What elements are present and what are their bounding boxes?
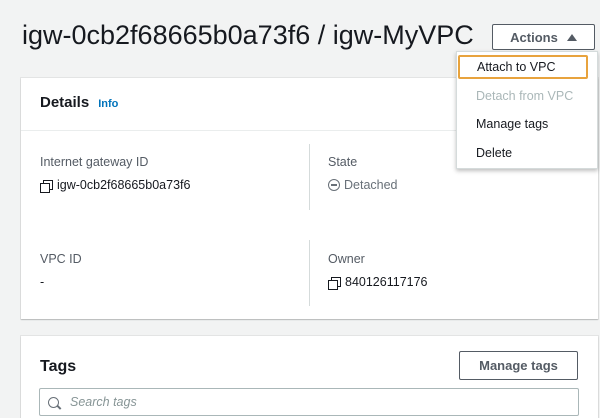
info-link[interactable]: Info xyxy=(98,98,118,110)
copy-icon[interactable] xyxy=(40,179,53,193)
owner-label: Owner xyxy=(328,252,365,266)
tags-panel: Tags Manage tags xyxy=(21,336,598,418)
column-divider xyxy=(309,240,310,306)
column-divider xyxy=(309,144,310,210)
search-tags-input[interactable] xyxy=(70,395,550,409)
vpc-id-label: VPC ID xyxy=(40,252,82,266)
vpc-id-value: - xyxy=(40,275,45,289)
menu-item-attach-to-vpc[interactable]: Attach to VPC xyxy=(458,55,588,79)
caret-up-icon xyxy=(566,33,577,41)
state-text: Detached xyxy=(344,178,398,192)
state-label: State xyxy=(328,155,358,169)
internet-gateway-id-text: igw-0cb2f68665b0a73f6 xyxy=(57,178,191,192)
actions-dropdown-menu: Attach to VPC Detach from VPC Manage tag… xyxy=(456,51,598,169)
internet-gateway-id-label: Internet gateway ID xyxy=(40,155,149,169)
state-value: Detached xyxy=(328,178,398,192)
internet-gateway-id-value: igw-0cb2f68665b0a73f6 xyxy=(40,178,191,193)
menu-item-delete[interactable]: Delete xyxy=(457,141,597,165)
detached-icon xyxy=(328,179,340,191)
page-title: igw-0cb2f68665b0a73f6 / igw-MyVPC xyxy=(22,20,474,50)
copy-icon[interactable] xyxy=(328,276,341,290)
search-icon xyxy=(48,396,59,408)
actions-button[interactable]: Actions xyxy=(492,24,595,50)
manage-tags-button[interactable]: Manage tags xyxy=(459,351,578,380)
menu-item-detach-from-vpc: Detach from VPC xyxy=(476,89,574,103)
tags-title: Tags xyxy=(40,358,77,375)
menu-item-manage-tags[interactable]: Manage tags xyxy=(457,112,597,136)
owner-text: 840126117176 xyxy=(345,275,428,289)
owner-value: 840126117176 xyxy=(328,275,428,290)
actions-button-label: Actions xyxy=(510,29,558,45)
details-title: Details xyxy=(40,94,90,111)
search-tags-box[interactable] xyxy=(39,388,579,416)
